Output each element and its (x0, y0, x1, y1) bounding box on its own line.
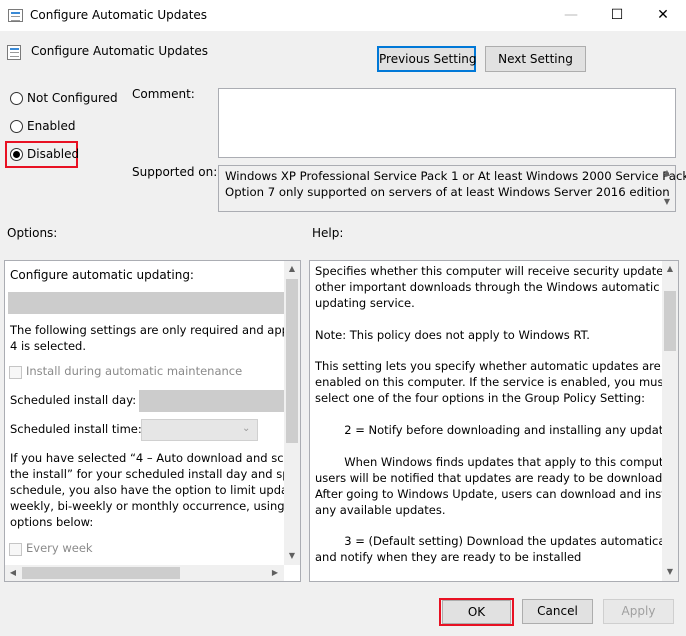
para-line-2: the install” for your scheduled install … (10, 467, 301, 481)
help-line: and notify when they are ready to be ins… (315, 550, 582, 565)
help-line: This setting lets you specify whether au… (315, 359, 661, 374)
scroll-down-icon[interactable]: ▼ (284, 551, 300, 560)
radio-circle-selected[interactable] (10, 148, 23, 161)
supported-on-box: Windows XP Professional Service Pack 1 o… (218, 165, 686, 212)
help-line: any available updates. (315, 502, 446, 517)
help-label: Help: (312, 226, 344, 240)
close-button[interactable]: ✕ (640, 0, 686, 31)
supported-line-1: Windows XP Professional Service Pack 1 o… (225, 169, 686, 183)
help-line: Note: This policy does not apply to Wind… (315, 327, 590, 342)
cancel-button[interactable]: Cancel (522, 599, 593, 624)
setting-name: Configure Automatic Updates (31, 44, 209, 58)
radio-label: Not Configured (27, 91, 118, 105)
help-line: other important downloads through the Wi… (315, 279, 660, 294)
options-hscroll-thumb[interactable] (22, 567, 180, 579)
para-line-3: schedule, you also have the option to li… (10, 483, 301, 497)
radio-label: Disabled (27, 147, 80, 161)
scheduled-time-label: Scheduled install time: (10, 422, 142, 436)
scroll-down-icon[interactable]: ▼ (659, 197, 675, 206)
apply-button[interactable]: Apply (603, 599, 674, 624)
scheduled-day-label: Scheduled install day: (10, 393, 137, 407)
help-panel: Specifies whether this computer will rec… (309, 260, 679, 582)
next-setting-button[interactable]: Next Setting (485, 46, 586, 72)
maximize-button[interactable]: ☐ (594, 0, 640, 31)
note-line-2: 4 is selected. (10, 339, 87, 353)
note-line-1: The following settings are only required… (10, 323, 301, 337)
previous-setting-button[interactable]: Previous Setting (377, 46, 477, 72)
ok-button[interactable]: OK (442, 600, 511, 624)
radio-circle[interactable] (10, 92, 23, 105)
help-line: When Windows finds updates that apply to… (315, 454, 679, 469)
comment-textarea[interactable] (218, 88, 676, 158)
setting-icon (7, 45, 21, 60)
scheduled-day-dropdown[interactable] (139, 390, 284, 412)
scroll-right-icon[interactable]: ▶ (267, 568, 283, 577)
help-line: Specifies whether this computer will rec… (315, 264, 679, 278)
chevron-down-icon: ⌄ (242, 423, 251, 434)
scroll-up-icon[interactable]: ▲ (659, 168, 675, 177)
help-scroll-thumb[interactable] (664, 291, 676, 351)
install-maintenance-checkbox[interactable] (9, 366, 22, 379)
every-week-label: Every week (26, 541, 93, 555)
help-line: users will be notified that updates are … (315, 470, 679, 485)
configure-updating-label: Configure automatic updating: (10, 268, 194, 282)
para-line-5: options below: (10, 515, 94, 529)
help-line: enabled on this computer. If the service… (315, 375, 668, 390)
radio-label: Enabled (27, 119, 76, 133)
scheduled-time-dropdown[interactable]: ⌄ (141, 419, 258, 441)
title-bar: Configure Automatic Updates — ☐ ✕ (0, 0, 686, 31)
supported-line-2: Option 7 only supported on servers of at… (225, 185, 670, 199)
scroll-left-icon[interactable]: ◀ (5, 568, 21, 577)
help-line: 2 = Notify before downloading and instal… (315, 423, 679, 437)
help-line: updating service. (315, 295, 415, 310)
policy-window-icon (8, 9, 23, 22)
scroll-up-icon[interactable]: ▲ (662, 264, 678, 273)
help-line: select one of the four options in the Gr… (315, 391, 646, 406)
options-scroll-thumb[interactable] (286, 279, 298, 443)
window-title: Configure Automatic Updates (30, 8, 208, 22)
options-horizontal-scrollbar[interactable]: ◀ ▶ (5, 565, 284, 581)
para-line-1: If you have selected “4 – Auto download … (10, 451, 301, 465)
scroll-up-icon[interactable]: ▲ (284, 264, 300, 273)
configure-updating-dropdown[interactable] (8, 292, 284, 314)
install-maintenance-label: Install during automatic maintenance (26, 364, 243, 378)
supported-on-label: Supported on: (132, 165, 218, 179)
options-vertical-scrollbar[interactable]: ▲ ▼ (284, 261, 300, 565)
para-line-4: weekly, bi-weekly or monthly occurrence,… (10, 499, 301, 513)
scroll-down-icon[interactable]: ▼ (662, 567, 678, 576)
help-line: 3 = (Default setting) Download the updat… (315, 534, 679, 549)
radio-circle[interactable] (10, 120, 23, 133)
help-vertical-scrollbar[interactable]: ▲ ▼ (662, 261, 678, 581)
minimize-button[interactable]: — (548, 0, 594, 31)
options-panel: Configure automatic updating: The follow… (4, 260, 301, 582)
help-line: After going to Windows Update, users can… (315, 486, 679, 501)
every-week-checkbox[interactable] (9, 543, 22, 556)
options-label: Options: (7, 226, 58, 240)
comment-label: Comment: (132, 87, 195, 101)
